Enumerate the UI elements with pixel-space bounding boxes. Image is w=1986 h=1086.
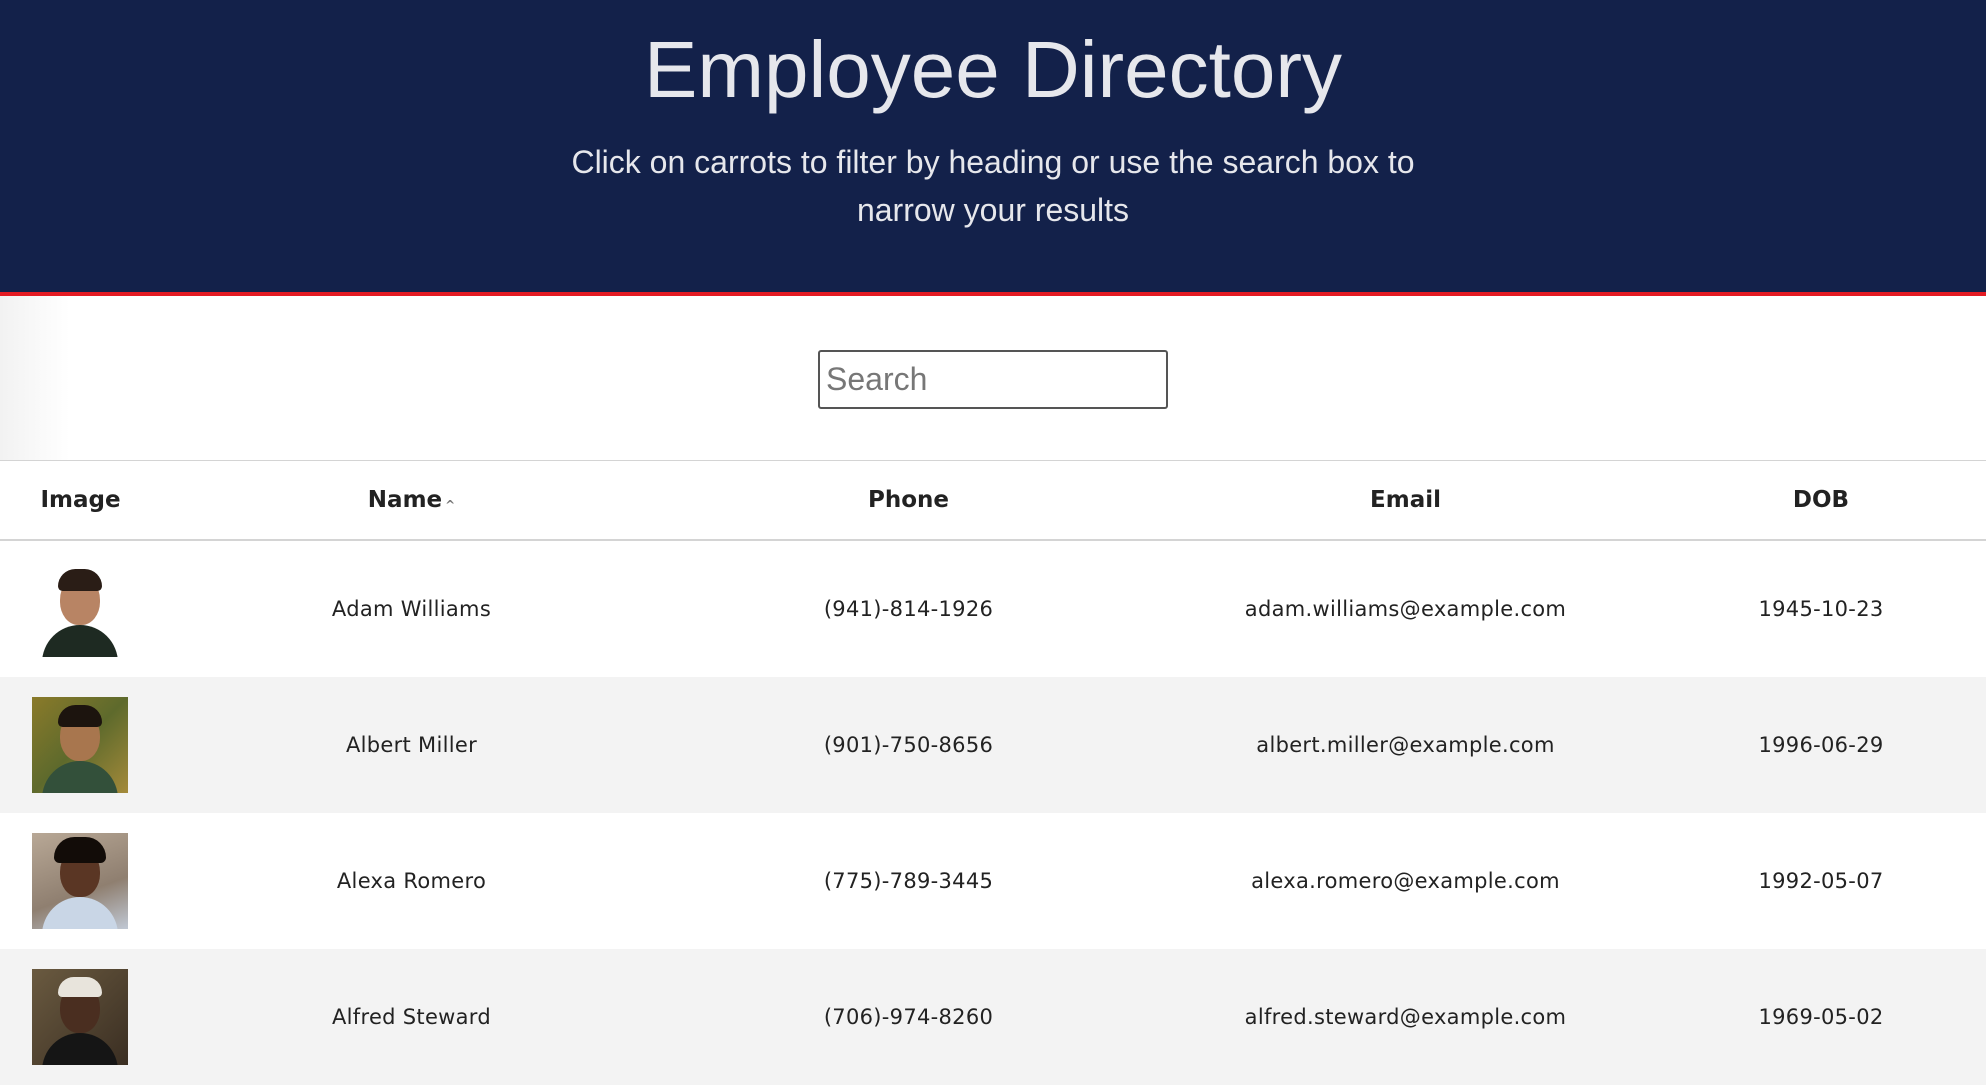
column-header-label: Email: [1370, 487, 1441, 513]
column-header-label: Image: [40, 487, 121, 513]
dob-cell: 1996-06-29: [1656, 677, 1986, 813]
dob-cell: 1969-05-02: [1656, 949, 1986, 1085]
table-row: Albert Miller (901)-750-8656 albert.mill…: [0, 677, 1986, 813]
table-row: Alexa Romero (775)-789-3445 alexa.romero…: [0, 813, 1986, 949]
dob-cell: 1945-10-23: [1758, 597, 1884, 621]
page-title: Employee Directory: [643, 25, 1342, 114]
phone-cell: (901)-750-8656: [662, 677, 1155, 813]
name-cell: Alexa Romero: [336, 869, 487, 893]
table-header-row: Image Name ^ Phone Email DOB: [0, 461, 1986, 541]
column-header-email[interactable]: Email: [1155, 461, 1656, 541]
table-row: Alfred Steward (706)-974-8260 alfred.ste…: [0, 949, 1986, 1085]
avatar-photo: [32, 697, 128, 793]
column-header-name[interactable]: Name ^: [161, 461, 662, 541]
column-header-label: Phone: [867, 487, 949, 513]
phone-cell: (706)-974-8260: [662, 949, 1155, 1085]
column-header-dob[interactable]: DOB: [1656, 461, 1986, 541]
image-cell: [0, 540, 161, 677]
avatar-photo: [32, 969, 128, 1065]
image-cell: [0, 677, 161, 813]
page-subtitle: Click on carrots to filter by heading or…: [571, 144, 1415, 228]
phone-cell: (775)-789-3445: [823, 869, 994, 893]
search-area: [0, 296, 1986, 461]
phone-cell: (941)-814-1926: [823, 597, 994, 621]
table-row: Adam Williams (941)-814-1926 adam.willia…: [0, 540, 1986, 677]
name-cell: Alfred Steward: [161, 949, 662, 1085]
email-cell: alfred.steward@example.com: [1155, 949, 1656, 1085]
image-cell: [0, 949, 161, 1085]
page-header: Employee Directory Click on carrots to f…: [0, 0, 1986, 296]
column-header-phone[interactable]: Phone: [662, 461, 1155, 541]
image-cell: [0, 813, 161, 949]
name-cell: Albert Miller: [161, 677, 662, 813]
email-cell: albert.miller@example.com: [1155, 677, 1656, 813]
name-cell: Adam Williams: [331, 597, 492, 621]
sort-caret-icon[interactable]: ^: [445, 498, 455, 512]
avatar-photo: [32, 561, 128, 657]
avatar-photo: [32, 833, 128, 929]
search-input[interactable]: [818, 350, 1168, 409]
column-header-image[interactable]: Image: [0, 461, 161, 541]
email-cell: alexa.romero@example.com: [1251, 869, 1560, 893]
email-cell: adam.williams@example.com: [1244, 597, 1567, 621]
dob-cell: 1992-05-07: [1758, 869, 1884, 893]
column-header-label: DOB: [1792, 487, 1850, 513]
employee-table: Image Name ^ Phone Email DOB Adam William…: [0, 461, 1986, 1085]
column-header-label: Name: [367, 487, 443, 513]
